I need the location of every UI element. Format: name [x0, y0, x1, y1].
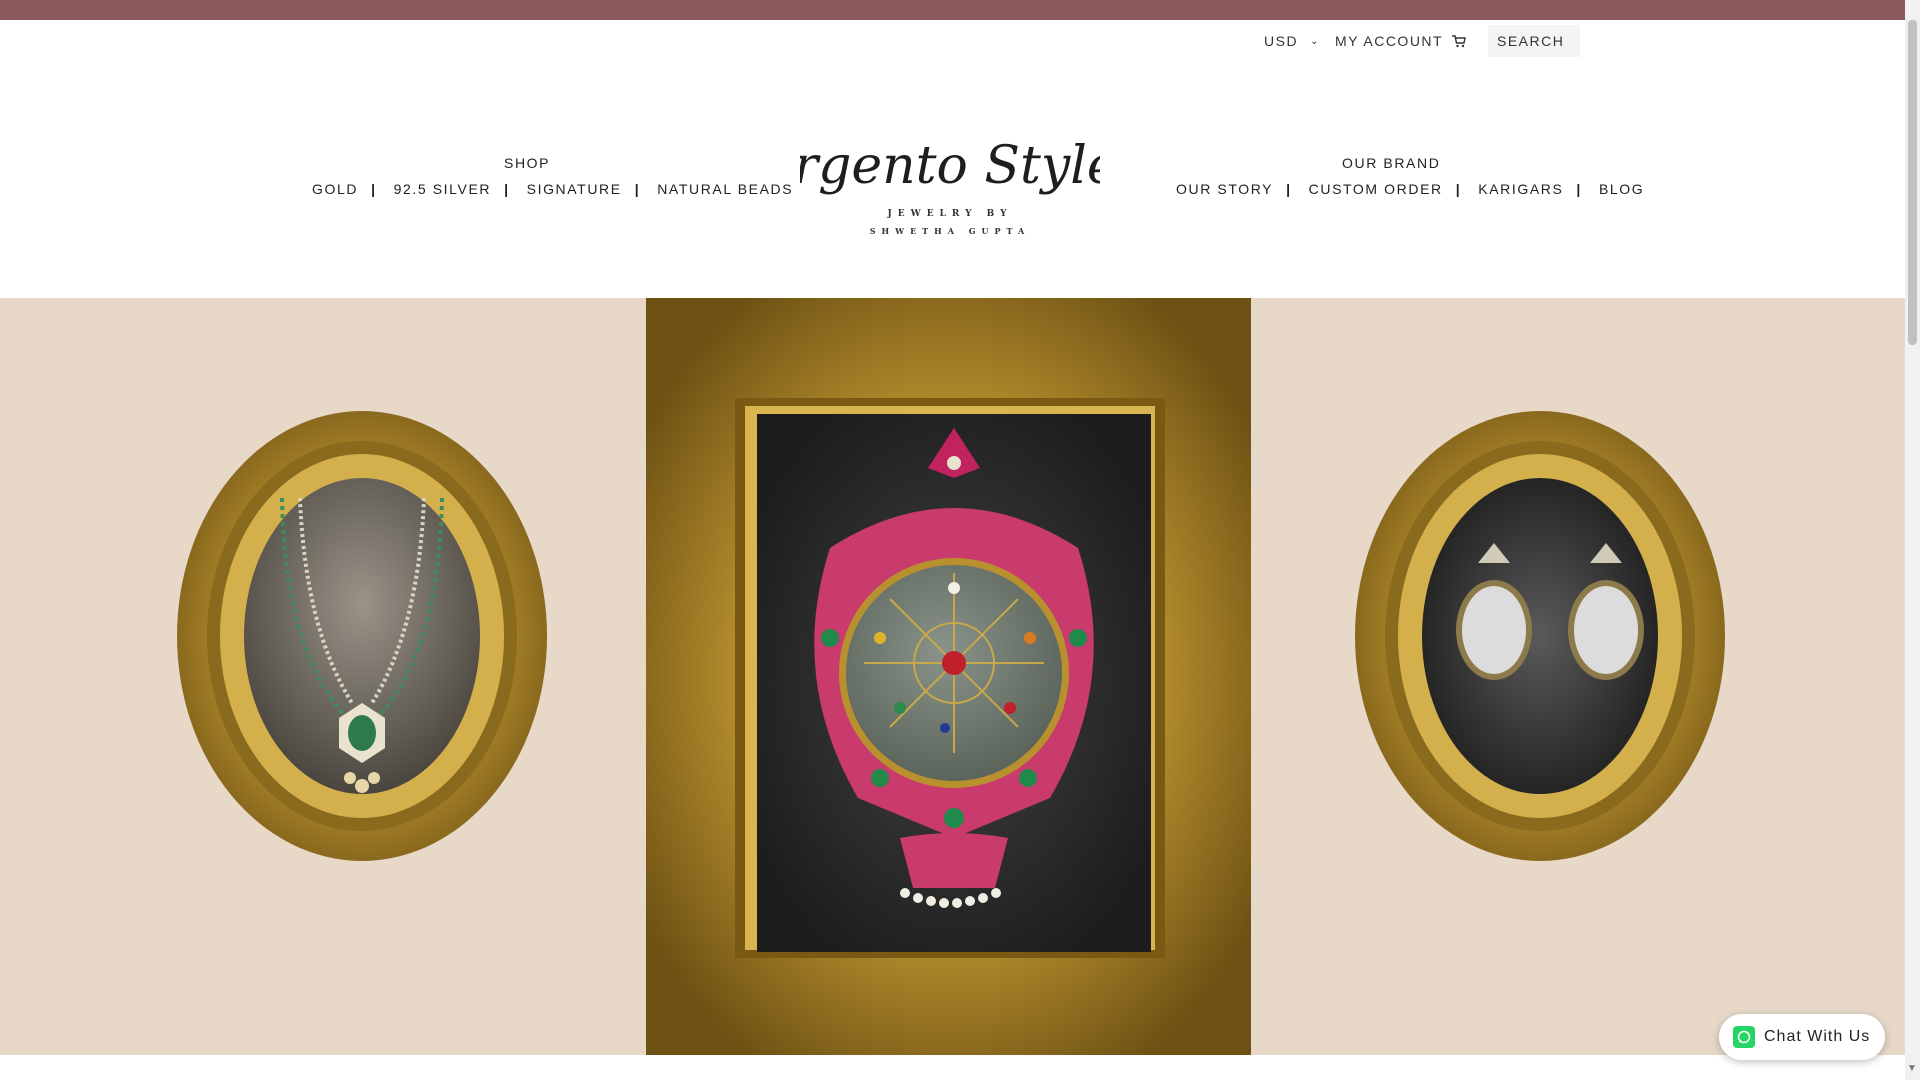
- whatsapp-icon: [1733, 1026, 1755, 1048]
- scrollbar-thumb[interactable]: [1908, 20, 1917, 345]
- brand-nav: OUR STORY | CUSTOM ORDER | KARIGARS | BLOG: [1176, 181, 1644, 197]
- nav-separator: |: [1576, 181, 1582, 197]
- my-account-link[interactable]: MY ACCOUNT: [1335, 25, 1443, 57]
- chevron-down-icon: ⌄: [1310, 35, 1320, 47]
- right-oval-frame: [1355, 411, 1725, 861]
- nav-item-blog[interactable]: BLOG: [1599, 181, 1644, 197]
- top-announcement-bar: [0, 0, 1905, 20]
- shop-menu-title[interactable]: SHOP: [504, 155, 550, 171]
- nav-item-gold[interactable]: GOLD: [312, 181, 358, 197]
- brand-logo[interactable]: Argento Styles JEWELRY BY SHWETHA GUPTA: [752, 108, 1145, 238]
- nav-item-signature[interactable]: SIGNATURE: [527, 181, 622, 197]
- nav-item-custom-order[interactable]: CUSTOM ORDER: [1309, 181, 1443, 197]
- search-placeholder: SEARCH: [1497, 33, 1565, 49]
- my-account-label: MY ACCOUNT: [1335, 33, 1444, 49]
- search-input[interactable]: SEARCH: [1488, 25, 1580, 57]
- brand-menu-title[interactable]: OUR BRAND: [1342, 155, 1440, 171]
- scroll-down-arrow-icon[interactable]: ▼: [1907, 1063, 1917, 1074]
- currency-label: USD: [1264, 33, 1299, 49]
- center-frame: [646, 298, 1251, 1055]
- nav-separator: |: [504, 181, 510, 197]
- chat-label: Chat With Us: [1764, 1028, 1871, 1045]
- cart-icon: [1452, 34, 1466, 47]
- left-oval-frame: [177, 411, 547, 861]
- nav-item-natural-beads[interactable]: NATURAL BEADS: [657, 181, 793, 197]
- hero-banner[interactable]: [0, 298, 1905, 1055]
- chat-with-us-button[interactable]: Chat With Us: [1719, 1014, 1885, 1060]
- hero-artwork: [177, 298, 1725, 1055]
- brand-logo-mark: Argento Styles JEWELRY BY SHWETHA GUPTA: [752, 136, 1145, 236]
- logo-tagline: JEWELRY BY: [886, 209, 1012, 219]
- shop-nav: GOLD | 92.5 SILVER | SIGNATURE | NATURAL BE…: [312, 181, 793, 197]
- nav-separator: |: [371, 181, 377, 197]
- logo-designer: SHWETHA GUPTA: [870, 226, 1030, 236]
- currency-selector[interactable]: USD ⌄: [1264, 25, 1320, 57]
- nav-item-karigars[interactable]: KARIGARS: [1478, 181, 1563, 197]
- logo-script: Argento Styles: [800, 136, 1100, 196]
- cart-button[interactable]: [1452, 25, 1466, 57]
- nav-separator: |: [1455, 181, 1462, 197]
- nav-separator: |: [634, 181, 641, 197]
- nav-item-our-story[interactable]: OUR STORY: [1176, 181, 1273, 197]
- nav-separator: |: [1286, 181, 1292, 197]
- nav-item-silver[interactable]: 92.5 SILVER: [394, 181, 492, 197]
- page: USD ⌄ MY ACCOUNT SEARCH SHOP GOLD | 92.5 …: [0, 0, 1920, 1080]
